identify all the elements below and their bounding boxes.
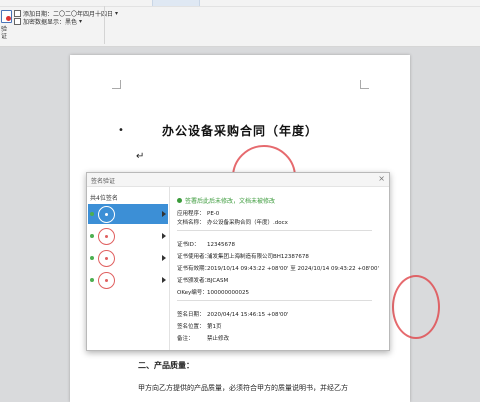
signature-item-4[interactable] [88, 270, 168, 290]
dialog-titlebar: 签名验证 × [87, 173, 389, 187]
doc-row: 文档名称： 办公设备采购合同（年度）.docx [177, 220, 288, 226]
signature-item-1[interactable] [88, 204, 168, 224]
divider [177, 300, 372, 301]
dialog-title: 签名验证 [91, 178, 116, 185]
seal-thumbnail-icon [98, 228, 115, 245]
owner-row: 证书使用者：浦发集团上海制造有限公司BH12387678 [177, 254, 309, 260]
seal-thumbnail-icon [98, 206, 115, 223]
chevron-right-icon [162, 255, 166, 261]
verify-button-label: 验证 [1, 26, 8, 40]
sign-date-row: 签名日期： 2020/04/14 15:46:15 +08'00' [177, 312, 289, 318]
verify-icon [1, 10, 12, 23]
divider [177, 230, 372, 231]
close-icon[interactable]: × [378, 174, 385, 184]
tab-active[interactable] [152, 0, 200, 6]
signature-details: 签署后此后未修改，文档未被修改 应用程序： PE-0 文档名称： 办公设备采购合同（… [177, 187, 382, 350]
paragraph-mark: ↵ [136, 151, 145, 162]
signature-count: 共4位签名 [90, 195, 118, 202]
app-row: 应用程序： PE-0 [177, 211, 220, 217]
crop-mark [112, 80, 121, 89]
sign-position-row: 签名位置： 第1页 [177, 324, 222, 330]
valid-dot-icon [90, 278, 94, 282]
document-title: 办公设备采购合同（年度） [161, 124, 318, 138]
chevron-right-icon [162, 233, 166, 239]
crop-mark [360, 80, 369, 89]
seal-thumbnail-icon [98, 272, 115, 289]
ribbon-toolbar: 验证 添加日期：二〇二〇年四月十四日 ▾ 加密数据显示：黑色 ▾ [0, 0, 480, 47]
reason-row: 备注： 禁止修改 [177, 336, 230, 342]
company-seal-side [392, 275, 440, 339]
seal-thumbnail-icon [98, 250, 115, 267]
valid-dot-icon [90, 212, 94, 216]
issuer-row: 证书颁发者：BJCASM [177, 278, 229, 284]
verify-signature-button[interactable]: 验证 [0, 7, 12, 40]
chevron-right-icon [162, 277, 166, 283]
section-heading: 二、产品质量： [138, 361, 194, 370]
body-paragraph: 甲方向乙方提供的产品质量，必须符合甲方的质量说明书，并经乙方 [138, 384, 348, 392]
signature-item-3[interactable] [88, 248, 168, 268]
cert-id-row: 证书ID： 12345678 [177, 242, 235, 248]
ribbon-tab-strip [0, 0, 480, 7]
check-icon [177, 198, 182, 203]
verify-status: 签署后此后未修改，文档未被修改 [177, 196, 275, 205]
signature-list: 共4位签名 [87, 187, 170, 350]
checkbox-icon [14, 18, 21, 25]
key-row: OKey编号：100000000025 [177, 290, 249, 296]
valid-dot-icon [90, 234, 94, 238]
chevron-right-icon [162, 211, 166, 217]
checkbox-icon [14, 10, 21, 17]
validity-row: 证书有效期：2019/10/14 09:43:22 +08'00' 至 2024… [177, 266, 380, 272]
ribbon-separator [104, 6, 105, 44]
sign-display-option[interactable]: 加密数据显示：黑色 ▾ [14, 17, 82, 26]
valid-dot-icon [90, 256, 94, 260]
signature-item-2[interactable] [88, 226, 168, 246]
signature-verify-dialog: 签名验证 × 共4位签名 签署后此后未修改，文档未被修改 应用程序： PE-0 … [86, 172, 390, 351]
